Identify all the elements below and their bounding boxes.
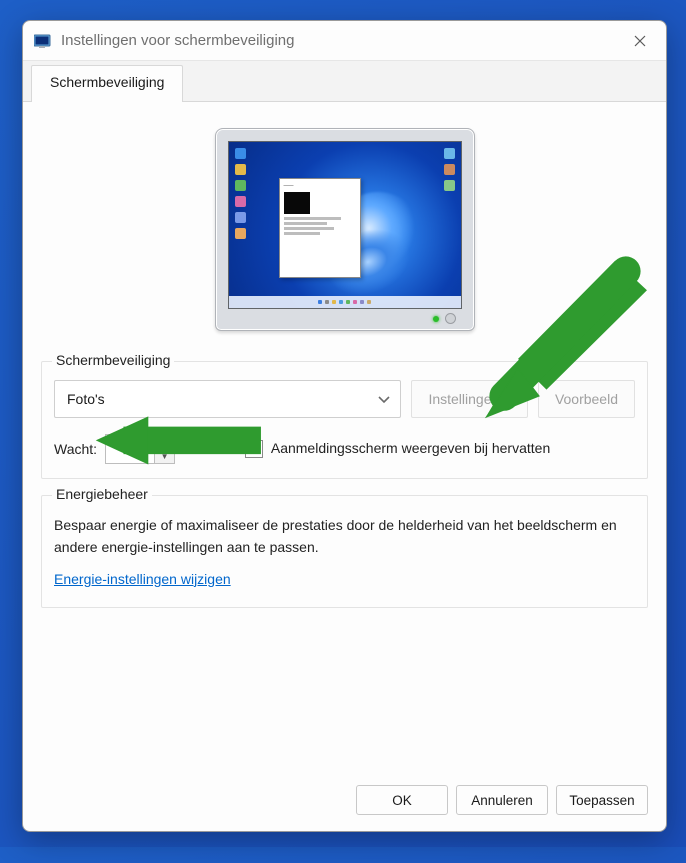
- screensaver-select[interactable]: Foto's: [54, 380, 401, 418]
- screensaver-group: Schermbeveiliging Foto's Instellingen...…: [41, 361, 648, 479]
- ok-button[interactable]: OK: [356, 785, 448, 815]
- energy-description: Bespaar energie of maximaliseer de prest…: [54, 514, 635, 559]
- window-title: Instellingen voor schermbeveiliging: [61, 32, 622, 49]
- energy-group-title: Energiebeheer: [52, 486, 152, 502]
- titlebar: Instellingen voor schermbeveiliging: [23, 21, 666, 61]
- dialog-content: ——: [23, 102, 666, 771]
- preview-button[interactable]: Voorbeeld: [538, 380, 635, 418]
- wait-minutes-input[interactable]: [106, 435, 154, 463]
- wait-label: Wacht:: [54, 441, 97, 457]
- wait-minutes-spinner[interactable]: ▲ ▼: [105, 434, 175, 464]
- energy-settings-link[interactable]: Energie-instellingen wijzigen: [54, 571, 231, 587]
- close-button[interactable]: [622, 26, 658, 56]
- cancel-button[interactable]: Annuleren: [456, 785, 548, 815]
- chevron-down-icon: [378, 391, 390, 407]
- screensaver-group-title: Schermbeveiliging: [52, 352, 174, 368]
- monitor-screen: ——: [228, 141, 462, 309]
- power-led-icon: [433, 316, 439, 322]
- monitor-preview-area: ——: [41, 118, 648, 361]
- dialog-footer: OK Annuleren Toepassen: [23, 771, 666, 831]
- minutes-label: minuten: [183, 441, 233, 457]
- spinner-down-button[interactable]: ▼: [155, 450, 174, 464]
- tab-strip: Schermbeveiliging: [23, 61, 666, 102]
- nested-preview-window: ——: [279, 178, 361, 278]
- screensaver-icon: [33, 31, 53, 51]
- close-icon: [634, 35, 646, 47]
- tab-screensaver[interactable]: Schermbeveiliging: [31, 65, 183, 102]
- monitor-preview: ——: [215, 128, 475, 331]
- power-button-icon: [445, 313, 456, 324]
- spinner-up-button[interactable]: ▲: [155, 435, 174, 450]
- screensaver-select-value: Foto's: [67, 391, 105, 407]
- screensaver-settings-dialog: Instellingen voor schermbeveiliging Sche…: [22, 20, 667, 832]
- resume-logon-label: Aanmeldingsscherm weergeven bij hervatte…: [271, 440, 550, 458]
- settings-button[interactable]: Instellingen...: [411, 380, 528, 418]
- apply-button[interactable]: Toepassen: [556, 785, 648, 815]
- resume-logon-checkbox[interactable]: [245, 440, 263, 458]
- energy-group: Energiebeheer Bespaar energie of maximal…: [41, 495, 648, 608]
